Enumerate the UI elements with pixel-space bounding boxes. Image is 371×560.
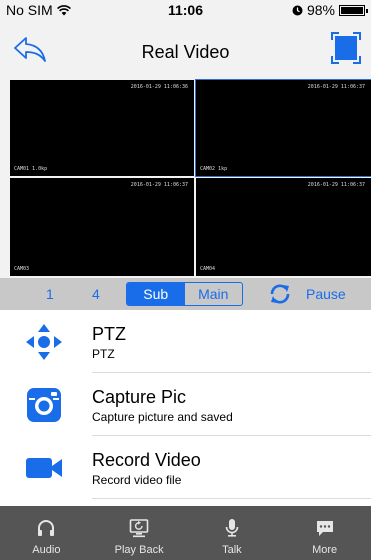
- nav-bar: Real Video: [0, 20, 371, 78]
- tab-audio[interactable]: Audio: [0, 506, 93, 560]
- cell-timestamp: 2016-01-29 11:06:36: [130, 84, 188, 90]
- chat-bubble-icon: [316, 521, 333, 536]
- list-item-ptz[interactable]: PTZ PTZ: [26, 310, 371, 373]
- layout-4-button[interactable]: 4: [92, 286, 100, 302]
- cell-label: CAM04: [200, 266, 216, 272]
- headphones-icon: [38, 520, 55, 536]
- list-item-capture[interactable]: Capture Pic Capture picture and saved: [27, 373, 371, 436]
- video-cell-1[interactable]: 2016-01-29 11:06:36 CAM01 1.0kp: [10, 80, 194, 176]
- list-item-title: PTZ: [92, 324, 126, 344]
- alarm-clock-icon: [292, 5, 303, 15]
- page-title: Real Video: [141, 42, 230, 62]
- playback-icon: [129, 519, 149, 538]
- list-item-subtitle: Record video file: [92, 473, 182, 487]
- stream-segmented-control: Sub Main: [126, 282, 243, 306]
- ptz-arrows-icon: [26, 324, 62, 360]
- cell-label: CAM01 1.0kp: [14, 166, 48, 172]
- video-cell-3[interactable]: 2016-01-29 11:06:37 CAM03: [10, 178, 194, 276]
- video-cell-2[interactable]: 2016-01-29 11:06:37 CAM02 1kp: [195, 79, 371, 177]
- feature-list: PTZ PTZ Capture Pic Capture picture and …: [0, 310, 371, 499]
- list-item-subtitle: PTZ: [92, 347, 115, 361]
- video-cell-4[interactable]: 2016-01-29 11:06:37 CAM04: [196, 178, 371, 276]
- main-stream-button[interactable]: Main: [185, 283, 243, 305]
- cell-label: CAM03: [14, 266, 30, 272]
- fullscreen-icon[interactable]: [331, 32, 361, 64]
- cell-timestamp: 2016-01-29 11:06:37: [130, 182, 188, 188]
- control-bar: 1 4 Sub Main Pause: [0, 278, 371, 310]
- tab-talk[interactable]: Talk: [186, 506, 279, 560]
- list-item-record[interactable]: Record Video Record video file: [26, 436, 371, 499]
- cell-label: CAM02 1kp: [200, 166, 228, 172]
- tab-label: More: [312, 544, 338, 556]
- battery-fill: [341, 6, 363, 14]
- cell-timestamp: 2016-01-29 11:06:37: [307, 182, 365, 188]
- layout-1-button[interactable]: 1: [46, 286, 54, 302]
- microphone-icon: [225, 519, 239, 537]
- cell-timestamp: 2016-01-29 11:06:37: [307, 84, 365, 90]
- sub-stream-button[interactable]: Sub: [127, 283, 185, 305]
- status-right: 98%: [292, 2, 368, 18]
- tab-label: Audio: [32, 544, 61, 556]
- list-item-subtitle: Capture picture and saved: [92, 410, 233, 424]
- tab-more[interactable]: More: [278, 506, 371, 560]
- tab-playback[interactable]: Play Back: [93, 506, 186, 560]
- pause-button[interactable]: Pause: [306, 286, 346, 302]
- tab-label: Play Back: [114, 544, 164, 556]
- status-bar: No SIM 11:06 98%: [0, 0, 371, 20]
- battery-percent: 98%: [306, 2, 335, 18]
- camera-icon: [27, 388, 61, 422]
- list-item-title: Record Video: [92, 450, 201, 470]
- battery-icon: [339, 4, 368, 16]
- list-item-title: Capture Pic: [92, 387, 187, 407]
- refresh-icon[interactable]: [268, 282, 292, 306]
- video-camera-icon: [26, 458, 62, 478]
- tab-bar: Audio Play Back Talk More: [0, 506, 371, 560]
- video-grid: 2016-01-29 11:06:36 CAM01 1.0kp 2016-01-…: [0, 78, 371, 278]
- tab-label: Talk: [222, 544, 242, 556]
